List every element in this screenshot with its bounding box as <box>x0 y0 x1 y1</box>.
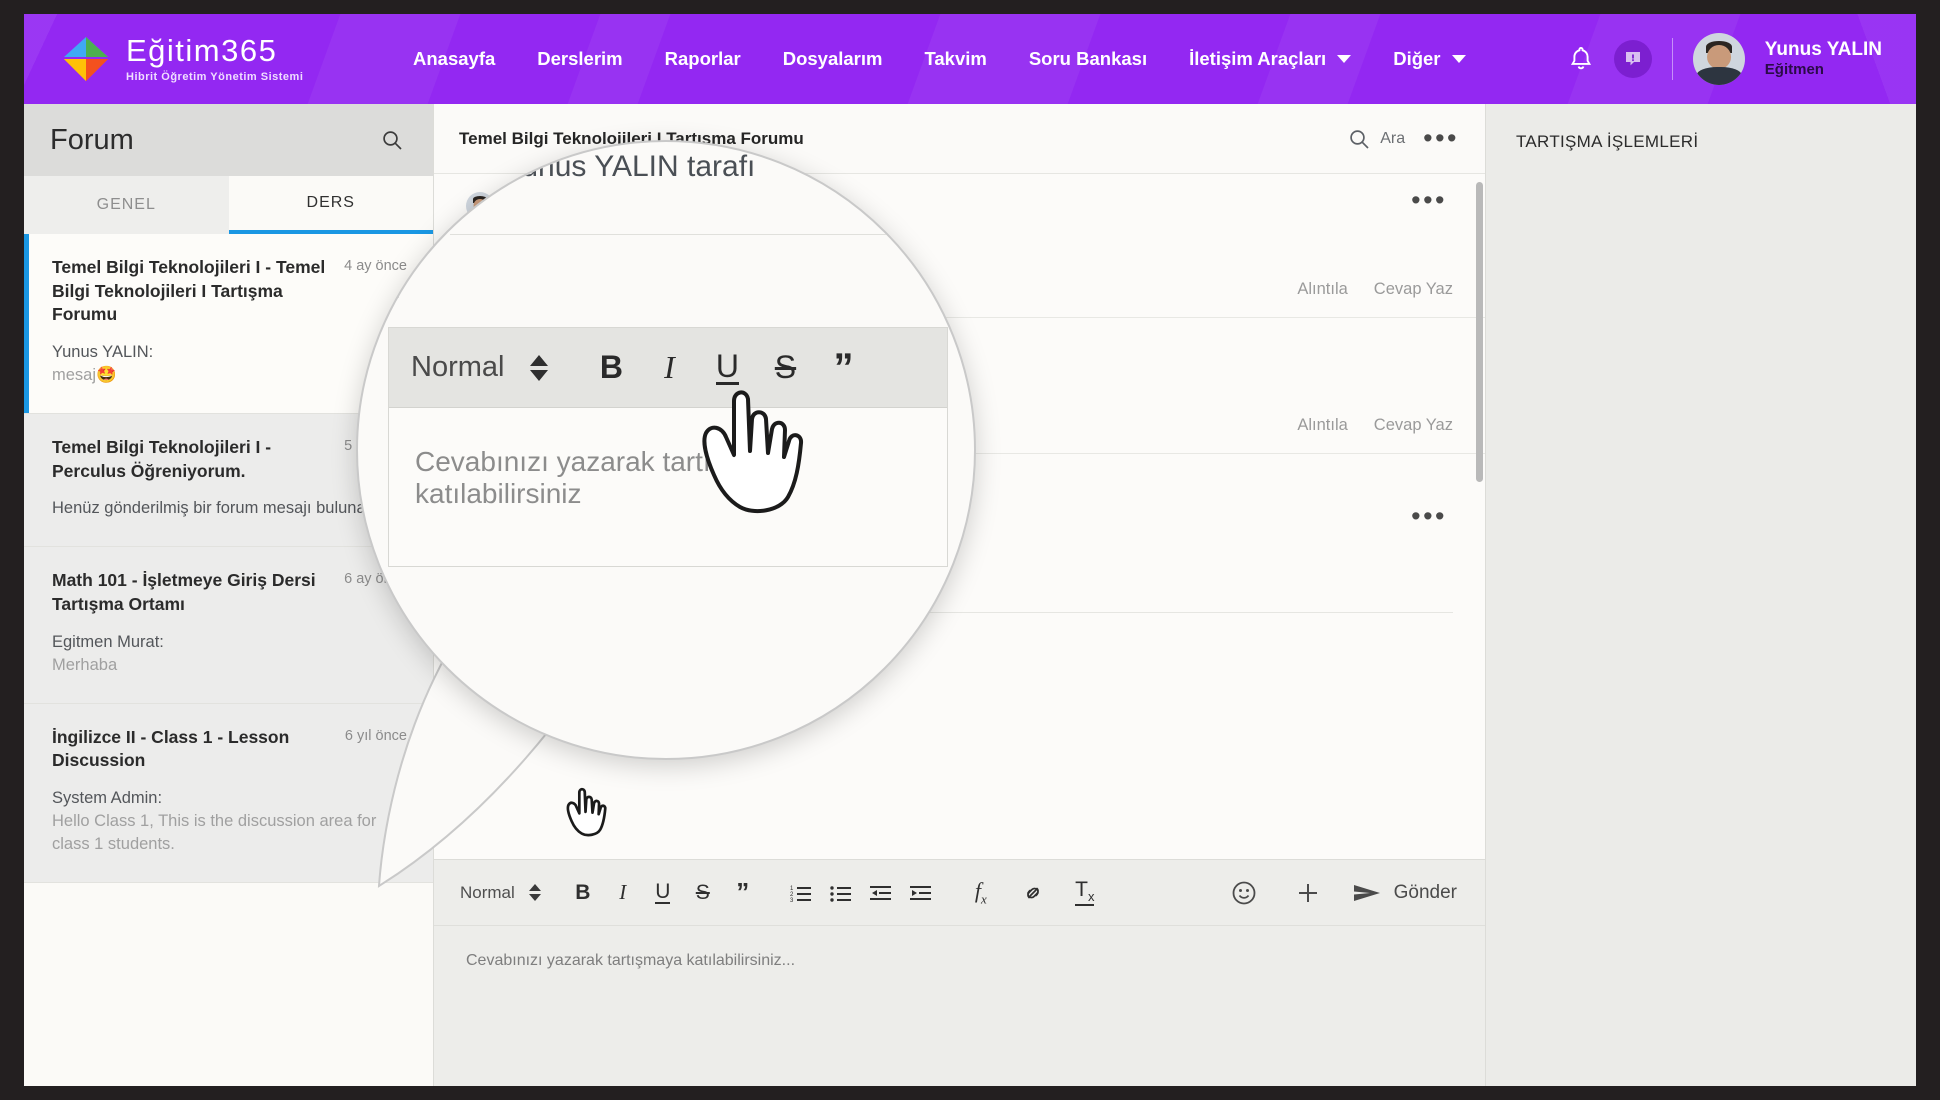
nav-link-label: Dosyalarım <box>782 48 883 69</box>
nav-link-derslerim[interactable]: Derslerim <box>516 38 643 80</box>
sidebar-title: Forum <box>50 123 134 156</box>
svg-text:3: 3 <box>790 898 794 902</box>
thread-snippet: Hello Class 1, This is the discussion ar… <box>52 812 377 854</box>
panel-title: TARTIŞMA İŞLEMLERİ <box>1516 132 1699 151</box>
nav-links: Anasayfa Derslerim Raporlar Dosyalarım Takvi… <box>384 38 1568 80</box>
magnified-message-bottom: M <box>376 597 401 630</box>
nav-link-label: İletişim Araçları <box>1189 48 1327 69</box>
format-select-label[interactable]: Normal <box>411 351 504 384</box>
user-info[interactable]: Yunus YALIN Eğitmen <box>1765 39 1882 80</box>
nav-link-dosyalarım[interactable]: Dosyalarım <box>762 38 904 80</box>
thread-author: System Admin: <box>52 789 163 808</box>
tab-genel[interactable]: GENEL <box>24 176 229 234</box>
brand-logo[interactable]: Eğitim365 Hibrit Öğretim Yönetim Sistemi <box>24 33 384 85</box>
logo-icon <box>60 33 112 85</box>
exclamation-icon[interactable] <box>1613 40 1652 78</box>
indent-icon[interactable] <box>901 873 941 913</box>
brand-title: Eğitim365 <box>126 33 278 69</box>
magnified-toolbar: Normal B I U S ” <box>389 328 947 408</box>
scrollbar[interactable] <box>1476 182 1483 482</box>
nav-link-i̇letişim-araçları[interactable]: İletişim Araçları <box>1168 38 1372 80</box>
nav-link-label: Soru Bankası <box>1028 48 1148 69</box>
reply-input[interactable]: Cevabınızı yazarak tartışmaya katılabili… <box>434 926 1485 1086</box>
nav-link-label: Raporlar <box>664 48 741 69</box>
formula-icon[interactable]: fx <box>961 873 1001 913</box>
nav-right-group: Yunus YALIN Eğitmen <box>1568 33 1916 85</box>
thread-author: Henüz gönderilmiş bir forum mesajı bulun… <box>52 499 407 518</box>
ordered-list-icon[interactable]: 123 <box>781 873 821 913</box>
quote-button[interactable]: Alıntıla <box>1297 280 1347 299</box>
thread-author: Yunus YALIN: <box>52 342 154 361</box>
top-navigation-bar: Eğitim365 Hibrit Öğretim Yönetim Sistemi… <box>24 14 1916 104</box>
user-name: Yunus YALIN <box>1764 38 1882 60</box>
send-button[interactable]: Gönder <box>1352 882 1463 904</box>
format-stepper-icon[interactable] <box>530 354 549 381</box>
bullet-list-icon[interactable] <box>821 873 861 913</box>
avatar[interactable] <box>1692 33 1745 85</box>
reply-button[interactable]: Cevap Yaz <box>1374 416 1453 435</box>
magnifier-bubble: Yunus YALIN tarafı M Normal B I U S ” Ce… <box>356 140 976 760</box>
post-more-icon[interactable]: ••• <box>1405 186 1453 213</box>
nav-link-raporlar[interactable]: Raporlar <box>644 38 762 80</box>
nav-link-label: Diğer <box>1393 48 1441 69</box>
blockquote-icon[interactable]: ” <box>814 348 872 388</box>
bold-icon[interactable]: B <box>582 349 640 386</box>
search-label: Ara <box>1380 129 1406 147</box>
plus-icon[interactable] <box>1288 873 1328 913</box>
thread-snippet: Merhaba <box>52 655 118 674</box>
magnified-placeholder: Cevabınızı yazarak tartışmaya katılabili… <box>415 446 794 509</box>
send-icon <box>1353 884 1380 901</box>
divider <box>450 234 970 235</box>
magnified-editor: Normal B I U S ” Cevabınızı yazarak tart… <box>388 327 948 567</box>
quote-button[interactable]: Alıntıla <box>1297 416 1347 435</box>
user-role: Eğitmen <box>1764 61 1824 79</box>
nav-link-label: Anasayfa <box>413 48 496 69</box>
nav-link-anasayfa[interactable]: Anasayfa <box>392 38 516 80</box>
send-label: Gönder <box>1393 881 1457 903</box>
chevron-down-icon[interactable] <box>1337 55 1352 63</box>
thread-author: Egitmen Murat: <box>52 632 164 651</box>
avatar <box>380 204 428 252</box>
nav-link-label: Derslerim <box>537 48 623 69</box>
more-horizontal-icon[interactable]: ••• <box>1417 125 1465 152</box>
application-window: Eğitim365 Hibrit Öğretim Yönetim Sistemi… <box>24 14 1916 1086</box>
emoji-icon[interactable] <box>1224 873 1264 913</box>
post-more-icon[interactable]: ••• <box>1405 502 1453 529</box>
nav-link-takvim[interactable]: Takvim <box>903 38 1007 80</box>
discussion-actions-panel: TARTIŞMA İŞLEMLERİ <box>1486 104 1916 1086</box>
nav-link-soru-bankası[interactable]: Soru Bankası <box>1008 38 1168 80</box>
search-button[interactable]: Ara <box>1348 128 1405 150</box>
reply-placeholder: Cevabınızı yazarak tartışmaya katılabili… <box>466 952 796 969</box>
thread-title: Math 101 - İşletmeye Giriş Dersi Tartışm… <box>52 570 316 615</box>
link-icon[interactable] <box>1013 873 1053 913</box>
mouse-cursor-large <box>702 390 804 514</box>
outdent-icon[interactable] <box>861 873 901 913</box>
nav-link-label: Takvim <box>924 48 987 69</box>
divider <box>1671 38 1673 80</box>
brand-subtitle: Hibrit Öğretim Yönetim Sistemi <box>126 70 304 83</box>
thread-title: Temel Bilgi Teknolojileri I - Temel Bilg… <box>52 257 326 325</box>
magnified-byline: Yunus YALIN tarafı <box>503 150 756 183</box>
thread-snippet: mesaj🤩 <box>52 365 117 384</box>
magnified-message-top: M <box>376 272 401 305</box>
reply-button[interactable]: Cevap Yaz <box>1374 280 1453 299</box>
chevron-down-icon[interactable] <box>1451 55 1466 63</box>
bell-icon[interactable] <box>1568 45 1594 73</box>
thread-title: İngilizce II - Class 1 - Lesson Discussi… <box>52 726 290 771</box>
nav-link-diğer[interactable]: Diğer <box>1372 38 1486 80</box>
mouse-cursor-small <box>566 787 607 837</box>
clear-format-icon[interactable]: Tx <box>1065 873 1105 913</box>
thread-title: Temel Bilgi Teknolojileri I - Perculus Ö… <box>52 437 272 481</box>
